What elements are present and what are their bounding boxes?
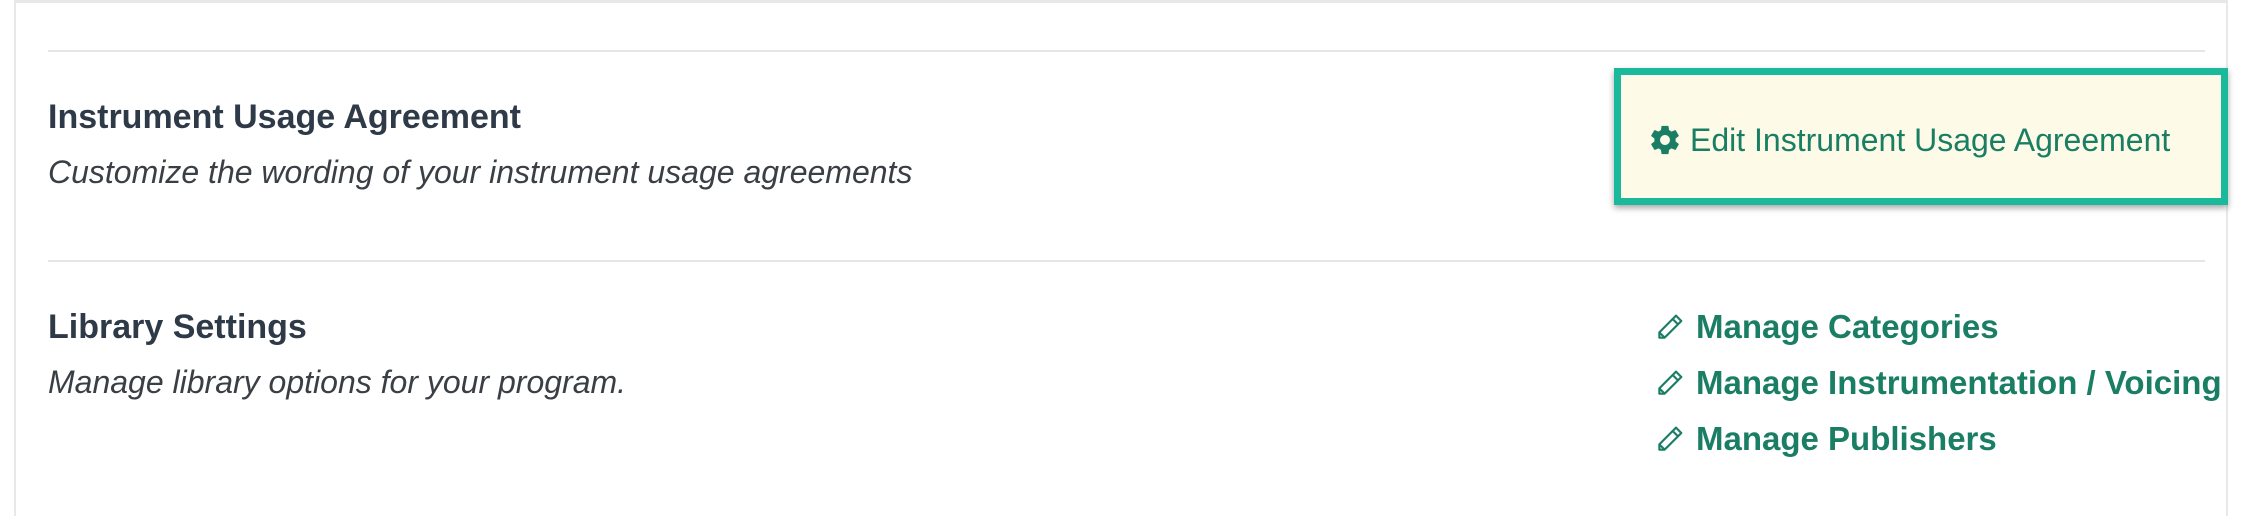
section-title-library-settings: Library Settings bbox=[48, 308, 307, 346]
edit-instrument-usage-agreement-label: Edit Instrument Usage Agreement bbox=[1690, 121, 2171, 158]
page: Instrument Usage Agreement Customize the… bbox=[0, 0, 2260, 516]
pencil-icon bbox=[1654, 367, 1686, 399]
pencil-icon bbox=[1654, 311, 1686, 343]
section-description-library-settings: Manage library options for your program. bbox=[48, 364, 627, 400]
manage-categories-link[interactable]: Manage Categories bbox=[1654, 305, 1999, 349]
manage-instrumentation-voicing-link[interactable]: Manage Instrumentation / Voicing bbox=[1654, 361, 2222, 405]
section-description-instrument-usage-agreement: Customize the wording of your instrument… bbox=[48, 154, 913, 190]
manage-publishers-label: Manage Publishers bbox=[1696, 420, 1997, 457]
manage-categories-label: Manage Categories bbox=[1696, 308, 1999, 345]
divider-middle bbox=[48, 260, 2205, 262]
section-title-instrument-usage-agreement: Instrument Usage Agreement bbox=[48, 98, 521, 136]
gear-icon bbox=[1648, 123, 1682, 157]
divider-top bbox=[48, 50, 2205, 52]
manage-publishers-link[interactable]: Manage Publishers bbox=[1654, 417, 1997, 461]
manage-instrumentation-voicing-label: Manage Instrumentation / Voicing bbox=[1696, 364, 2222, 401]
edit-instrument-usage-agreement-link[interactable]: Edit Instrument Usage Agreement bbox=[1648, 118, 2170, 162]
pencil-icon bbox=[1654, 423, 1686, 455]
